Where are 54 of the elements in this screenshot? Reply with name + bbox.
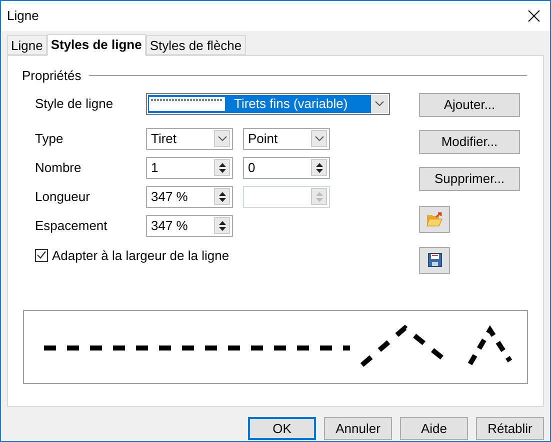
check-icon — [37, 251, 46, 260]
tab[interactable]: Styles de ligne — [46, 34, 146, 56]
spin-arrows[interactable] — [214, 159, 230, 176]
window-title: Ligne — [7, 7, 39, 26]
field-label: Espacement — [35, 216, 108, 235]
tab[interactable]: Styles de flèche — [146, 35, 246, 55]
down-arrow-icon — [218, 226, 226, 230]
up-arrow-icon — [218, 220, 226, 224]
caret-icon — [375, 101, 384, 106]
up-arrow-icon — [316, 162, 322, 166]
dropdown-value: Point — [248, 130, 279, 148]
dialog-button[interactable]: Aide — [400, 417, 468, 440]
field-value: 347 % — [151, 188, 189, 206]
field-label: Nombre — [35, 158, 82, 177]
spin-field[interactable]: 0 — [243, 156, 330, 178]
up-arrow-icon — [218, 162, 226, 166]
up-arrow-icon — [316, 192, 322, 196]
dropdown-value: Tirets fins (variable) — [234, 94, 348, 113]
line-style-dropdown[interactable]: Tirets fins (variable) — [146, 92, 390, 114]
close-icon[interactable] — [528, 10, 540, 22]
down-arrow-icon — [218, 168, 226, 172]
down-arrow-icon — [316, 168, 322, 172]
action-button[interactable]: Supprimer... — [419, 166, 520, 190]
tab[interactable]: Ligne — [7, 35, 47, 55]
type-dropdown[interactable]: Point — [243, 128, 330, 150]
caret-icon — [218, 136, 226, 141]
spin-arrows[interactable] — [214, 188, 230, 205]
up-arrow-icon — [218, 192, 226, 196]
caret-icon — [314, 136, 324, 141]
spin-field[interactable]: 347 % — [146, 214, 233, 236]
spin-field[interactable]: 1 — [146, 156, 233, 178]
folder-icon — [426, 212, 443, 226]
action-button[interactable]: Modifier... — [419, 130, 520, 154]
checkbox-label: Adapter à la largeur de la ligne — [52, 246, 230, 265]
down-arrow-icon — [218, 198, 226, 202]
field-label: Style de ligne — [35, 94, 114, 113]
checkbox[interactable] — [35, 248, 48, 262]
down-arrow-icon — [316, 198, 322, 202]
spin-arrows[interactable] — [214, 217, 230, 234]
dialog-button[interactable]: Rétablir — [476, 417, 544, 440]
field-value: 347 % — [151, 216, 189, 235]
field-value: 0 — [248, 158, 256, 177]
field-label: Type — [35, 130, 64, 148]
dropdown-value: Tiret — [151, 130, 178, 148]
dialog-button[interactable]: Annuler — [324, 417, 392, 440]
dialog-button[interactable]: OK — [248, 417, 316, 440]
field-label: Longueur — [35, 188, 91, 206]
save-button[interactable] — [419, 246, 450, 274]
group-title: Propriétés — [22, 67, 82, 85]
action-button[interactable]: Ajouter... — [419, 92, 520, 116]
field-value: 1 — [151, 158, 160, 177]
spin-arrows[interactable] — [311, 159, 327, 176]
type-dropdown[interactable]: Tiret — [146, 128, 233, 150]
spin-field[interactable]: 347 % — [146, 186, 233, 208]
